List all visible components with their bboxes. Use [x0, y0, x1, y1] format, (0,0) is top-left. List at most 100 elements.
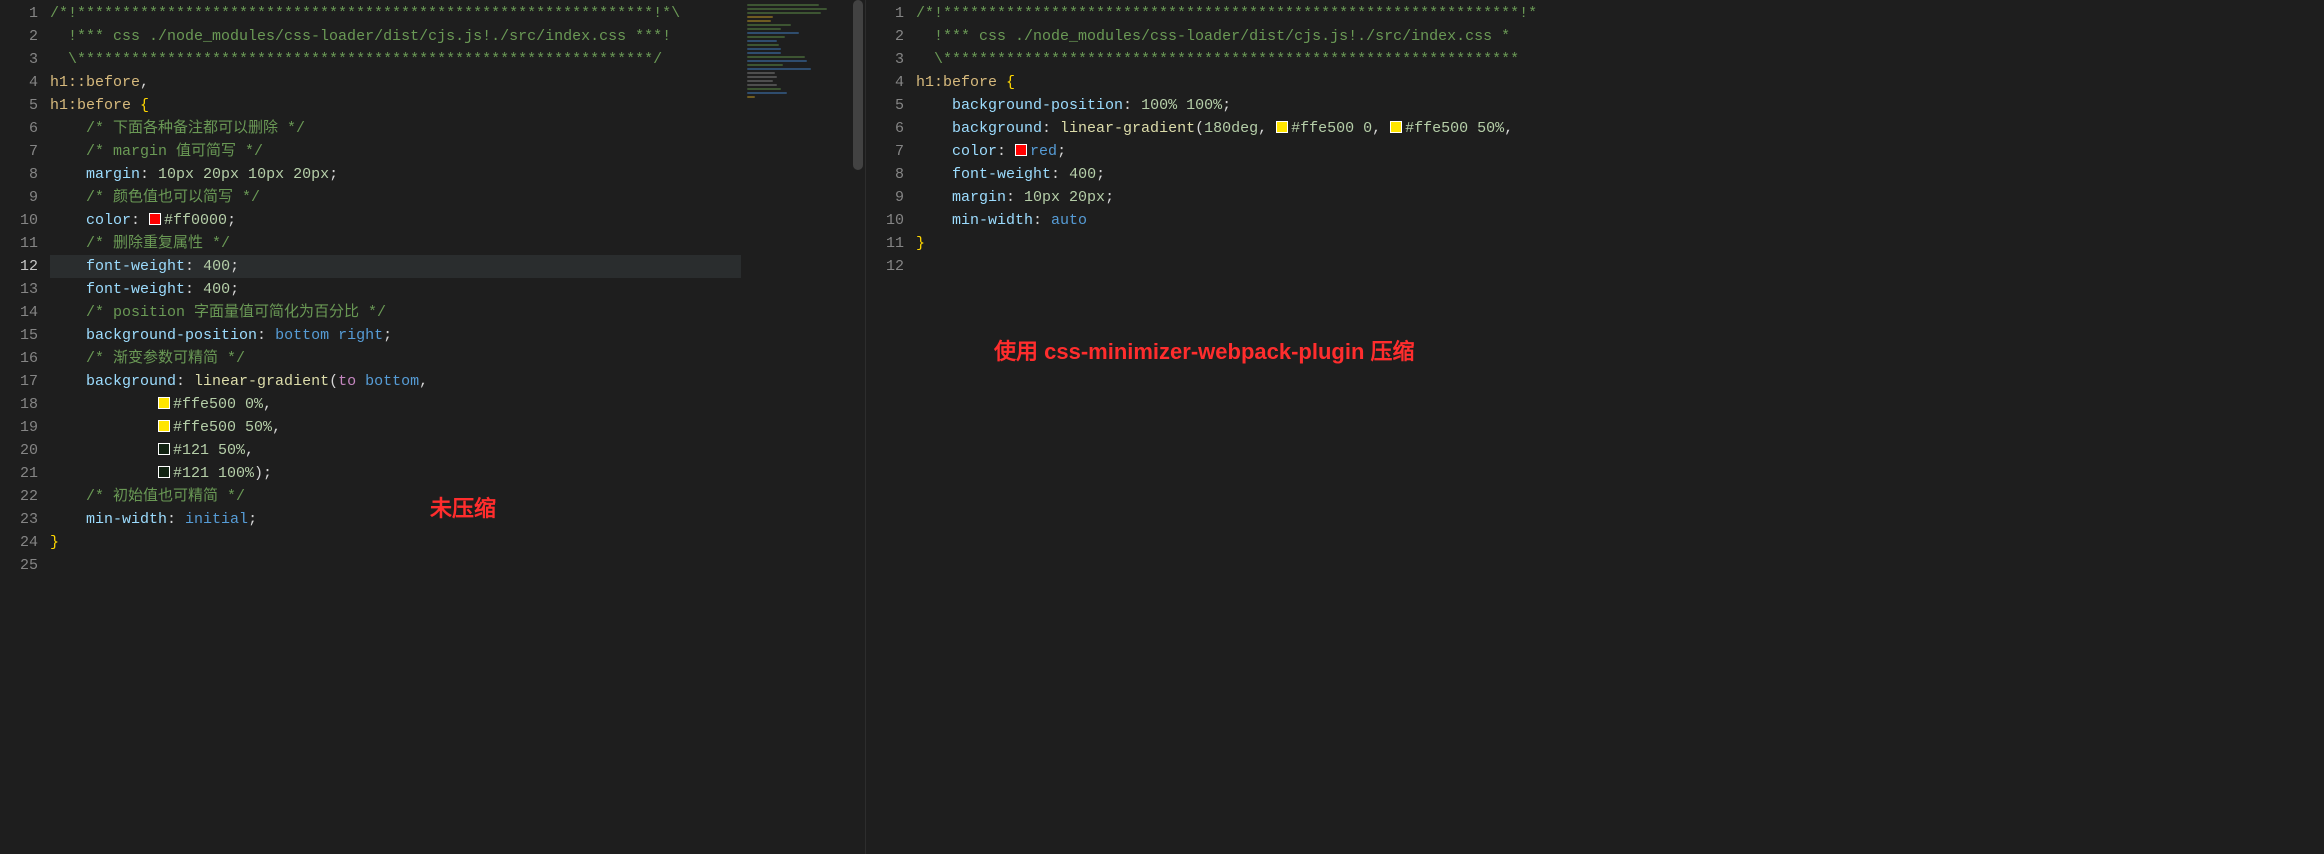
code-line[interactable]: /* 初始值也可精简 */: [50, 485, 741, 508]
minimap-row: [747, 36, 785, 38]
line-number[interactable]: 6: [0, 117, 38, 140]
scrollbar-left[interactable]: [851, 0, 865, 854]
line-number[interactable]: 9: [0, 186, 38, 209]
code-line[interactable]: /* 删除重复属性 */: [50, 232, 741, 255]
code-line[interactable]: color: #ff0000;: [50, 209, 741, 232]
line-number[interactable]: 12: [0, 255, 38, 278]
code-line[interactable]: min-width: auto: [916, 209, 2324, 232]
code-line[interactable]: /*!*************************************…: [50, 2, 741, 25]
minimap-row: [747, 16, 773, 18]
code-line[interactable]: /*!*************************************…: [916, 2, 2324, 25]
code-line[interactable]: background: linear-gradient(to bottom,: [50, 370, 741, 393]
code-line[interactable]: background: linear-gradient(180deg, #ffe…: [916, 117, 2324, 140]
minimap-row: [747, 32, 799, 34]
code-line[interactable]: font-weight: 400;: [916, 163, 2324, 186]
code-line[interactable]: /* 颜色值也可以简写 */: [50, 186, 741, 209]
line-number[interactable]: 4: [0, 71, 38, 94]
minimap-row: [747, 4, 819, 6]
line-number[interactable]: 10: [0, 209, 38, 232]
code-line[interactable]: font-weight: 400;: [50, 255, 741, 278]
line-number[interactable]: 7: [0, 140, 38, 163]
line-number[interactable]: 7: [866, 140, 904, 163]
line-number[interactable]: 5: [866, 94, 904, 117]
code-area-right[interactable]: /*!*************************************…: [916, 0, 2324, 854]
code-line[interactable]: !*** css ./node_modules/css-loader/dist/…: [916, 25, 2324, 48]
minimap-row: [747, 76, 777, 78]
code-line[interactable]: h1:before {: [50, 94, 741, 117]
code-line[interactable]: margin: 10px 20px;: [916, 186, 2324, 209]
line-number[interactable]: 3: [866, 48, 904, 71]
code-line[interactable]: \***************************************…: [916, 48, 2324, 71]
line-number[interactable]: 1: [866, 2, 904, 25]
code-line[interactable]: #ffe500 0%,: [50, 393, 741, 416]
line-number[interactable]: 11: [0, 232, 38, 255]
code-line[interactable]: \***************************************…: [50, 48, 741, 71]
line-number[interactable]: 19: [0, 416, 38, 439]
color-swatch-icon: [1390, 121, 1402, 133]
code-line[interactable]: [916, 255, 2324, 278]
line-number[interactable]: 8: [0, 163, 38, 186]
minimap-row: [747, 48, 781, 50]
line-number[interactable]: 2: [0, 25, 38, 48]
editor-split-view: 1234567891011121314151617181920212223242…: [0, 0, 2324, 854]
code-line[interactable]: #ffe500 50%,: [50, 416, 741, 439]
code-line[interactable]: min-width: initial;: [50, 508, 741, 531]
code-line[interactable]: /* margin 值可简写 */: [50, 140, 741, 163]
minimap-row: [747, 24, 791, 26]
line-number[interactable]: 18: [0, 393, 38, 416]
line-gutter-right[interactable]: 123456789101112: [866, 0, 916, 854]
line-number[interactable]: 20: [0, 439, 38, 462]
line-number[interactable]: 11: [866, 232, 904, 255]
minimap-row: [747, 88, 781, 90]
line-number[interactable]: 14: [0, 301, 38, 324]
code-line[interactable]: !*** css ./node_modules/css-loader/dist/…: [50, 25, 741, 48]
line-number[interactable]: 3: [0, 48, 38, 71]
line-number[interactable]: 9: [866, 186, 904, 209]
code-line[interactable]: background-position: bottom right;: [50, 324, 741, 347]
code-line[interactable]: background-position: 100% 100%;: [916, 94, 2324, 117]
minimap-row: [747, 64, 783, 66]
color-swatch-icon: [158, 397, 170, 409]
minimap-left[interactable]: [741, 0, 851, 854]
line-number[interactable]: 10: [866, 209, 904, 232]
line-number[interactable]: 25: [0, 554, 38, 577]
code-area-left[interactable]: /*!*************************************…: [50, 0, 741, 854]
line-number[interactable]: 15: [0, 324, 38, 347]
color-swatch-icon: [1015, 144, 1027, 156]
line-number[interactable]: 2: [866, 25, 904, 48]
code-line[interactable]: }: [916, 232, 2324, 255]
code-line[interactable]: margin: 10px 20px 10px 20px;: [50, 163, 741, 186]
code-line[interactable]: /* 下面各种备注都可以删除 */: [50, 117, 741, 140]
line-number[interactable]: 13: [0, 278, 38, 301]
line-number[interactable]: 8: [866, 163, 904, 186]
minimap-row: [747, 12, 821, 14]
line-number[interactable]: 12: [866, 255, 904, 278]
minimap-row: [747, 44, 779, 46]
line-number[interactable]: 21: [0, 462, 38, 485]
code-line[interactable]: /* position 字面量值可简化为百分比 */: [50, 301, 741, 324]
line-number[interactable]: 22: [0, 485, 38, 508]
line-number[interactable]: 6: [866, 117, 904, 140]
line-number[interactable]: 5: [0, 94, 38, 117]
annotation-uncompressed: 未压缩: [430, 497, 496, 520]
code-line[interactable]: /* 渐变参数可精简 */: [50, 347, 741, 370]
code-line[interactable]: [50, 554, 741, 577]
line-number[interactable]: 16: [0, 347, 38, 370]
code-line[interactable]: color: red;: [916, 140, 2324, 163]
minimap-row: [747, 72, 775, 74]
code-line[interactable]: }: [50, 531, 741, 554]
line-gutter-left[interactable]: 1234567891011121314151617181920212223242…: [0, 0, 50, 854]
code-line[interactable]: h1:before {: [916, 71, 2324, 94]
line-number[interactable]: 23: [0, 508, 38, 531]
code-line[interactable]: #121 50%,: [50, 439, 741, 462]
code-line[interactable]: h1::before,: [50, 71, 741, 94]
color-swatch-icon: [158, 466, 170, 478]
code-line[interactable]: #121 100%);: [50, 462, 741, 485]
line-number[interactable]: 17: [0, 370, 38, 393]
minimap-row: [747, 84, 777, 86]
line-number[interactable]: 24: [0, 531, 38, 554]
line-number[interactable]: 1: [0, 2, 38, 25]
code-line[interactable]: font-weight: 400;: [50, 278, 741, 301]
line-number[interactable]: 4: [866, 71, 904, 94]
color-swatch-icon: [1276, 121, 1288, 133]
